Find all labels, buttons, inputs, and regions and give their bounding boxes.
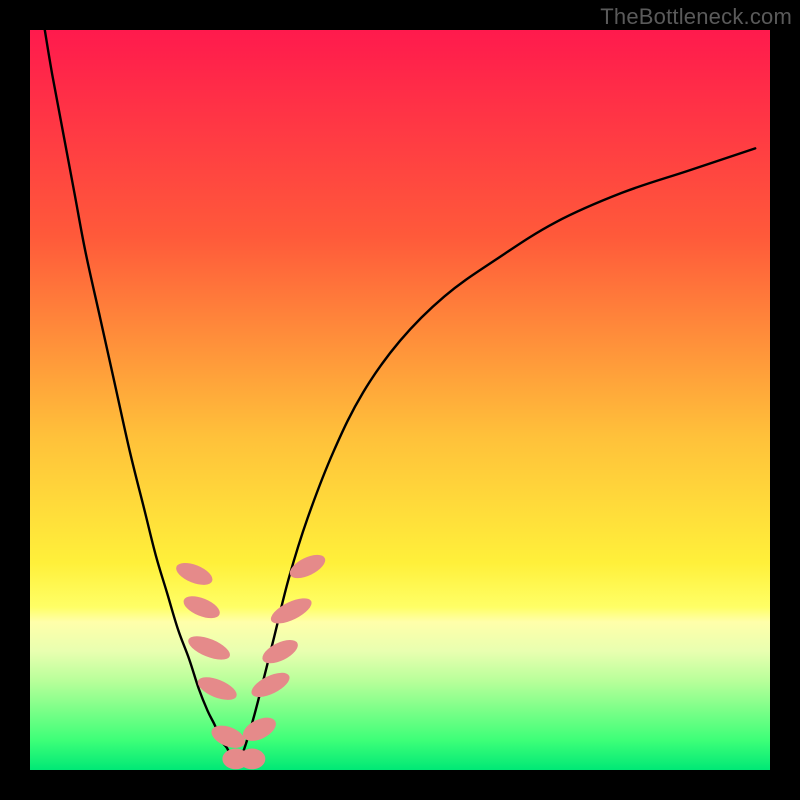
marker-point [239, 713, 279, 746]
marker-point [267, 593, 315, 628]
curve-right-curve [237, 148, 755, 766]
marker-point [173, 558, 215, 589]
watermark-text: TheBottleneck.com [600, 4, 792, 30]
marker-point [195, 673, 240, 705]
marker-point [239, 749, 266, 770]
marker-point [259, 635, 301, 668]
marker-point [248, 668, 293, 702]
plot-svg [30, 30, 770, 770]
chart-frame: TheBottleneck.com [0, 0, 800, 800]
marker-point [181, 592, 223, 623]
marker-point [185, 631, 233, 664]
plot-area [30, 30, 770, 770]
